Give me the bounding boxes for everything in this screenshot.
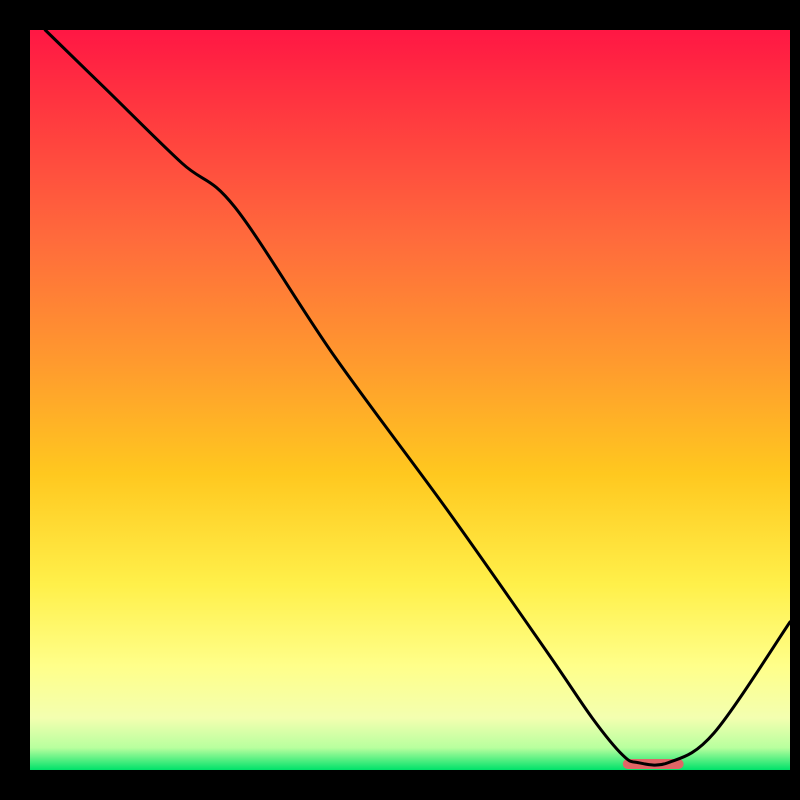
chart-svg — [0, 0, 800, 800]
chart-root: TheBottleneck.com — [0, 0, 800, 800]
plot-background — [30, 30, 790, 770]
